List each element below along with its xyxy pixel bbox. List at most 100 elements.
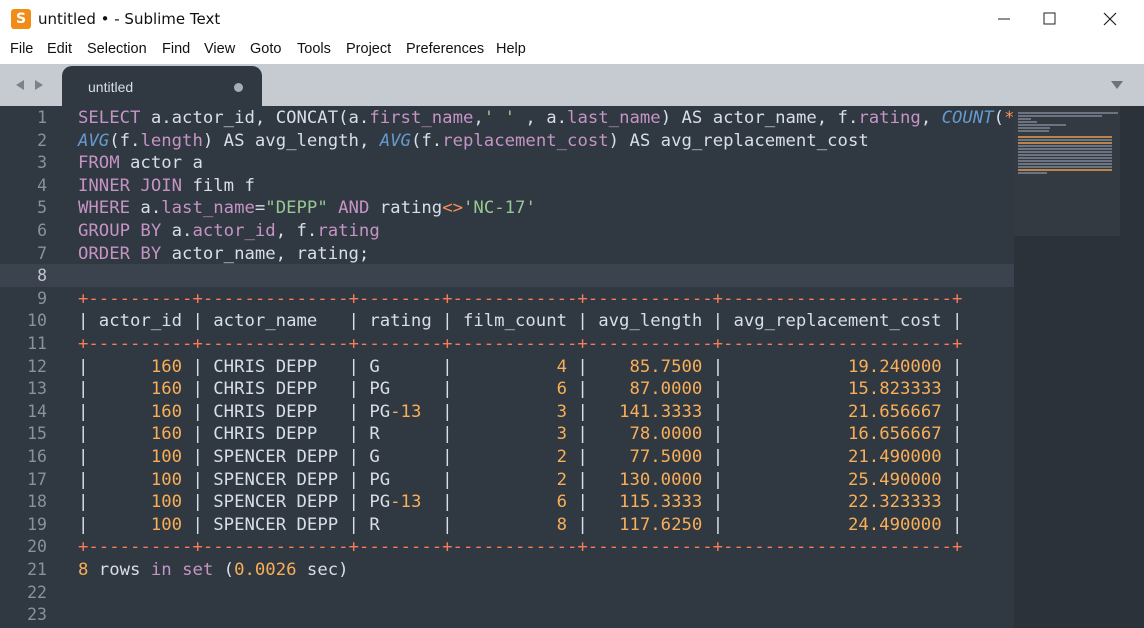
code-token: WHERE xyxy=(78,198,131,219)
code-token: 100 xyxy=(150,447,183,467)
code-token: | xyxy=(78,379,151,400)
chevron-right-icon[interactable] xyxy=(33,79,45,91)
code-token: 25.490000 xyxy=(847,469,942,490)
code-token: , xyxy=(920,108,942,128)
code-token: actor_name, rating; xyxy=(161,243,370,264)
minimap-line xyxy=(1018,136,1112,138)
code-line: | 160 | CHRIS DEPP | R | 3 | 78.0000 | 1… xyxy=(78,423,962,446)
code-token: <> xyxy=(442,198,464,219)
code-token: | CHRIS DEPP | PG xyxy=(182,401,391,422)
code-token: | xyxy=(78,492,151,513)
code-token: AVG xyxy=(78,130,110,151)
code-token: = xyxy=(254,198,266,219)
code-token: | xyxy=(702,514,848,535)
code-line: | actor_id | actor_name | rating | film_… xyxy=(78,310,962,333)
minimap-line xyxy=(1018,157,1112,159)
code-token: | CHRIS DEPP | G | xyxy=(182,356,557,377)
menu-view[interactable]: View xyxy=(204,41,235,57)
code-token: 8 xyxy=(78,560,89,580)
minimap-line xyxy=(1018,115,1102,117)
code-token: | xyxy=(78,401,151,422)
code-token: | SPENCER DEPP | G | xyxy=(182,447,557,467)
code-token: 160 xyxy=(150,356,183,377)
code-token: , f. xyxy=(275,221,318,241)
line-number: 4 xyxy=(37,175,47,195)
tab-menu-icon[interactable] xyxy=(1110,79,1124,91)
code-token: -13 xyxy=(390,401,422,422)
window-title: untitled • - Sublime Text xyxy=(38,10,221,28)
code-token: ( xyxy=(213,560,235,580)
menu-goto[interactable]: Goto xyxy=(250,41,281,57)
maximize-button[interactable] xyxy=(1027,0,1073,38)
minimap-line xyxy=(1018,145,1112,147)
code-token: 0.0026 xyxy=(234,560,297,580)
code-token: | SPENCER DEPP | PG xyxy=(182,492,391,513)
minimap-line xyxy=(1018,154,1112,156)
unsaved-dot-icon[interactable] xyxy=(234,83,243,92)
chevron-left-icon[interactable] xyxy=(14,79,26,91)
code-token: actor a xyxy=(119,153,203,174)
line-number: 8 xyxy=(37,266,47,286)
code-token: rating xyxy=(858,108,921,128)
code-token: | xyxy=(702,469,848,490)
line-number: 15 xyxy=(27,424,47,444)
minimap[interactable] xyxy=(1014,106,1144,628)
menu-find[interactable]: Find xyxy=(162,41,190,57)
code-token: ) AS avg_length, xyxy=(202,130,380,151)
code-token: ( xyxy=(993,108,1005,128)
code-token: 21.656667 xyxy=(847,401,942,422)
code-token: | CHRIS DEPP | PG | xyxy=(182,379,557,400)
line-number: 9 xyxy=(37,288,47,308)
editor-area[interactable]: 1 2 3 4 5 6 7 8 9 10 11 12 13 14 15 16 17 18 19 20 21 22 23 SE… xyxy=(0,106,1144,628)
code-token: AND xyxy=(338,198,370,219)
code-line: GROUP BY a.actor_id, f.rating xyxy=(78,220,380,243)
code-token: | xyxy=(702,424,848,445)
minimap-line xyxy=(1018,130,1049,132)
code-token: 8 xyxy=(556,514,568,535)
menu-edit[interactable]: Edit xyxy=(47,41,72,57)
code-token: rows xyxy=(88,560,151,580)
line-number: 17 xyxy=(27,469,47,489)
code-token: | SPENCER DEPP | PG | xyxy=(182,469,557,490)
code-token: | xyxy=(567,514,620,535)
code-token: 16.656667 xyxy=(847,424,942,445)
code-token: 15.823333 xyxy=(847,379,942,400)
code-token: sec) xyxy=(296,560,349,580)
menu-project[interactable]: Project xyxy=(346,41,391,57)
minimize-window-button[interactable] xyxy=(981,0,1027,38)
code-token: | xyxy=(702,447,848,467)
line-number: 13 xyxy=(27,379,47,399)
code-token: film f xyxy=(182,175,255,196)
code-token: ) AS actor_name, f. xyxy=(660,108,859,128)
code-token: replacement_cost xyxy=(442,130,609,151)
line-number: 23 xyxy=(27,605,47,625)
menu-tools[interactable]: Tools xyxy=(297,41,331,57)
minimap-line xyxy=(1018,163,1112,165)
minimap-line xyxy=(1018,127,1050,129)
menu-file[interactable]: File xyxy=(10,41,33,57)
code-token: (f. xyxy=(410,130,443,151)
code-line: ORDER BY actor_name, rating; xyxy=(78,243,369,266)
title-bar: S untitled • - Sublime Text xyxy=(0,0,1144,38)
code-token: AVG xyxy=(379,130,411,151)
line-number: 21 xyxy=(27,560,47,579)
minimap-line xyxy=(1018,121,1037,123)
code-token: in xyxy=(150,560,172,580)
code-token: ' ' xyxy=(483,108,516,128)
code-line: | 100 | SPENCER DEPP | PG | 2 | 130.0000… xyxy=(78,469,962,492)
close-button[interactable] xyxy=(1087,0,1133,38)
code-token: | xyxy=(941,492,963,513)
menu-selection[interactable]: Selection xyxy=(87,41,147,57)
code-token: (f. xyxy=(109,130,141,151)
menu-help[interactable]: Help xyxy=(496,41,526,57)
code-token: 160 xyxy=(150,401,183,422)
code-token: | xyxy=(941,447,963,467)
code-token: 3 xyxy=(556,401,568,422)
menu-preferences[interactable]: Preferences xyxy=(406,41,484,57)
code-token: | xyxy=(567,356,630,377)
code-token: | xyxy=(702,492,848,513)
code-line: +----------+--------------+--------+----… xyxy=(78,288,962,311)
code-line: INNER JOIN film f xyxy=(78,175,255,198)
line-number: 20 xyxy=(27,537,47,557)
